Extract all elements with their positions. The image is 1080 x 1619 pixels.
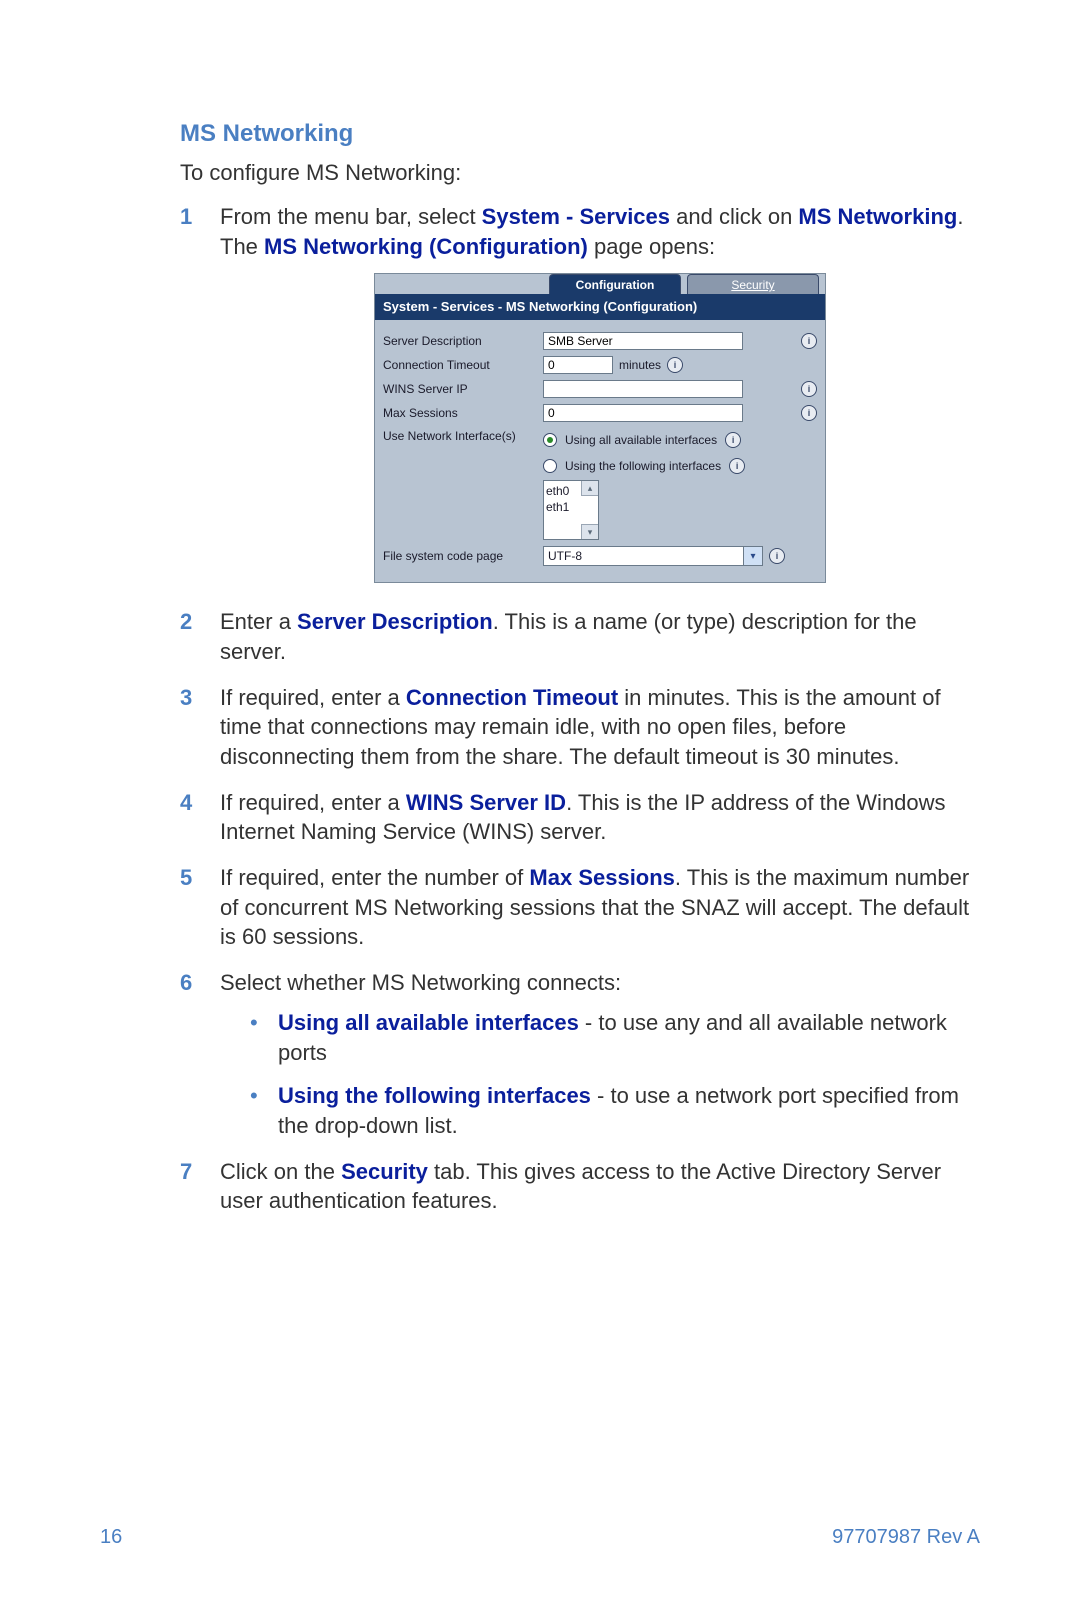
tab-spacer [375, 274, 549, 294]
radio-label-all: Using all available interfaces [565, 432, 717, 448]
bullet2-bold: Using the following interfaces [278, 1083, 591, 1108]
input-max-sessions[interactable] [543, 404, 743, 422]
step1-text4: page opens: [588, 234, 715, 259]
label-wins-server-ip: WINS Server IP [383, 381, 543, 397]
step-list: From the menu bar, select System - Servi… [180, 202, 980, 1216]
row-wins-server-ip: WINS Server IP i [383, 380, 817, 398]
radio-label-following: Using the following interfaces [565, 458, 721, 474]
step6-bullets: Using all available interfaces - to use … [250, 1008, 980, 1141]
row-max-sessions: Max Sessions i [383, 404, 817, 422]
form-area: Server Description i Connection Timeout … [375, 320, 825, 582]
step-2: Enter a Server Description. This is a na… [180, 607, 980, 666]
info-icon[interactable]: i [667, 357, 683, 373]
info-icon[interactable]: i [729, 458, 745, 474]
section-title: MS Networking [180, 120, 980, 148]
scroll-up-icon[interactable]: ▴ [581, 481, 598, 496]
page: MS Networking To configure MS Networking… [0, 0, 1080, 1619]
label-minutes: minutes [619, 357, 661, 373]
panel-title: System - Services - MS Networking (Confi… [375, 294, 825, 320]
step1-bold-page: MS Networking (Configuration) [264, 234, 588, 259]
step6-t1: Select whether MS Networking connects: [220, 970, 621, 995]
radio-row-all[interactable]: Using all available interfaces i [543, 432, 741, 448]
radio-row-following[interactable]: Using the following interfaces i [543, 458, 745, 474]
label-max-sessions: Max Sessions [383, 405, 543, 421]
step1-text: From the menu bar, select [220, 204, 482, 229]
step1-bold-ms-networking: MS Networking [798, 204, 957, 229]
step-4: If required, enter a WINS Server ID. Thi… [180, 788, 980, 847]
step4-t1: If required, enter a [220, 790, 406, 815]
label-server-description: Server Description [383, 333, 543, 349]
step1-text2: and click on [670, 204, 798, 229]
step2-t1: Enter a [220, 609, 297, 634]
step5-t1: If required, enter the number of [220, 865, 529, 890]
row-server-description: Server Description i [383, 332, 817, 350]
label-connection-timeout: Connection Timeout [383, 357, 543, 373]
step-1: From the menu bar, select System - Servi… [180, 202, 980, 583]
input-connection-timeout[interactable] [543, 356, 613, 374]
radio-all-interfaces[interactable] [543, 433, 557, 447]
input-wins-server-ip[interactable] [543, 380, 743, 398]
label-use-network-interfaces: Use Network Interface(s) [383, 428, 543, 444]
tab-security[interactable]: Security [687, 274, 819, 294]
tab-configuration[interactable]: Configuration [549, 274, 681, 294]
label-code-page: File system code page [383, 548, 543, 564]
tabs-row: Configuration Security [375, 274, 825, 294]
list-item[interactable]: eth1 [546, 499, 598, 515]
doc-revision: 97707987 Rev A [832, 1526, 980, 1549]
row-code-page: File system code page UTF-8 ▾ i [383, 546, 817, 566]
step3-bold: Connection Timeout [406, 685, 618, 710]
step-5: If required, enter the number of Max Ses… [180, 863, 980, 952]
chevron-down-icon[interactable]: ▾ [743, 547, 762, 565]
info-icon[interactable]: i [769, 548, 785, 564]
bullet-all-interfaces: Using all available interfaces - to use … [250, 1008, 980, 1067]
page-footer: 16 97707987 Rev A [100, 1526, 980, 1549]
scroll-down-icon[interactable]: ▾ [581, 524, 598, 539]
step-7: Click on the Security tab. This gives ac… [180, 1157, 980, 1216]
step5-bold: Max Sessions [529, 865, 675, 890]
step-6: Select whether MS Networking connects: U… [180, 968, 980, 1140]
info-icon[interactable]: i [801, 381, 817, 397]
step4-bold: WINS Server ID [406, 790, 566, 815]
radio-following-interfaces[interactable] [543, 459, 557, 473]
input-server-description[interactable] [543, 332, 743, 350]
row-connection-timeout: Connection Timeout minutes i [383, 356, 817, 374]
step7-t1: Click on the [220, 1159, 341, 1184]
intro-text: To configure MS Networking: [180, 160, 980, 186]
step1-bold-system-services: System - Services [482, 204, 670, 229]
step7-bold: Security [341, 1159, 428, 1184]
info-icon[interactable]: i [725, 432, 741, 448]
bullet-following-interfaces: Using the following interfaces - to use … [250, 1081, 980, 1140]
interface-listbox[interactable]: ▴ eth0 eth1 ▾ [543, 480, 599, 540]
page-number: 16 [100, 1526, 122, 1549]
select-value: UTF-8 [544, 548, 743, 564]
bullet1-bold: Using all available interfaces [278, 1010, 579, 1035]
info-icon[interactable]: i [801, 333, 817, 349]
config-screenshot: Configuration Security System - Services… [374, 273, 826, 583]
step-3: If required, enter a Connection Timeout … [180, 683, 980, 772]
select-code-page[interactable]: UTF-8 ▾ [543, 546, 763, 566]
row-use-network-interfaces: Use Network Interface(s) Using all avail… [383, 428, 817, 540]
info-icon[interactable]: i [801, 405, 817, 421]
step3-t1: If required, enter a [220, 685, 406, 710]
step2-bold: Server Description [297, 609, 493, 634]
